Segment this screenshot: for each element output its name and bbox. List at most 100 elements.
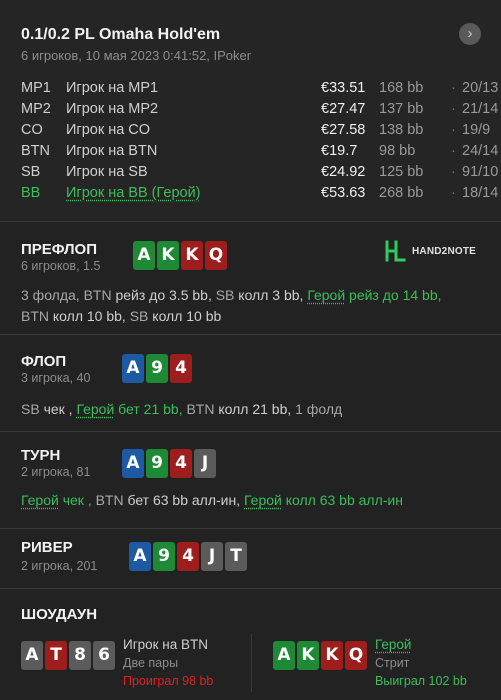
playing-card: 8 — [69, 641, 91, 670]
chevron-right-icon[interactable]: › — [459, 23, 481, 45]
playing-card: A — [122, 354, 144, 383]
playing-card: T — [45, 641, 67, 670]
street-title: ТУРН — [21, 447, 61, 464]
player-row: SB Игрок на SB €24.92 125 bb · 91/10 — [21, 162, 498, 183]
action-text: бет 63 bb алл-ин, — [127, 492, 245, 508]
street-river: РИВЕР 2 игрока, 201 A94JT — [0, 529, 501, 589]
player-stack-bb: 138 bb — [379, 122, 424, 138]
separator-dot: · — [451, 164, 456, 180]
playing-card: J — [194, 449, 216, 478]
playing-card: 9 — [153, 542, 175, 571]
player-name[interactable]: Игрок на CO — [66, 120, 150, 141]
hero-link[interactable]: Герой — [244, 492, 282, 508]
showdown-title: ШОУДАУН — [21, 606, 98, 623]
action-text: рейз до 3.5 bb, — [115, 287, 216, 303]
street-flop: ФЛОП 3 игрока, 40 A94 SB чек , Герой бет… — [0, 335, 501, 432]
player-stack: €19.7 — [321, 143, 358, 159]
player-name[interactable]: Игрок на MP2 — [66, 99, 158, 120]
showdown-left-cards: AT86 — [21, 641, 115, 670]
hand2note-logo[interactable]: HAND2NOTE — [384, 240, 476, 262]
action-text: колл 21 bb, — [218, 401, 296, 417]
playing-card: K — [157, 241, 179, 270]
showdown-divider — [251, 634, 252, 692]
showdown-right-cards: AKKQ — [273, 641, 367, 670]
player-row: BTN Игрок на BTN €19.7 98 bb · 24/14 — [21, 141, 498, 162]
playing-card: 4 — [177, 542, 199, 571]
action-text: чек , — [58, 492, 96, 508]
player-name[interactable]: Игрок на MP1 — [66, 78, 158, 99]
action-text: SB — [215, 287, 239, 303]
turn-board-cards: A94J — [122, 449, 216, 478]
player-row: BB Игрок на BB (Герой) €53.63 268 bb · 18/14 — [21, 183, 498, 204]
game-subtitle: 6 игроков, 10 мая 2023 0:41:52, IPoker — [21, 48, 252, 63]
separator-dot: · — [451, 143, 456, 159]
player-stack-bb: 125 bb — [379, 164, 424, 180]
player-stats: 18/14 — [462, 185, 499, 201]
showdown-right-info: Герой Стрит Выиграл 102 bb — [375, 636, 467, 690]
action-text: колл 3 bb, — [238, 287, 308, 303]
showdown-right-result: Выиграл 102 bb — [375, 674, 467, 688]
flop-action-line: SB чек , Герой бет 21 bb, BTN колл 21 bb… — [21, 399, 342, 420]
player-row: CO Игрок на CO €27.58 138 bb · 19/9 — [21, 120, 491, 141]
separator-dot: · — [451, 80, 456, 96]
action-text: чек , — [43, 401, 77, 417]
player-name[interactable]: Игрок на BB (Герой) — [66, 183, 201, 204]
player-stack: €53.63 — [321, 185, 366, 201]
hand2note-brand-name: HAND2NOTE — [412, 245, 477, 257]
game-title: 0.1/0.2 PL Omaha Hold'em — [21, 26, 221, 43]
separator-dot: · — [451, 101, 456, 117]
showdown-left-info: Игрок на BTN Две пары Проиграл 98 bb — [123, 636, 213, 690]
player-row: MP2 Игрок на MP2 €27.47 137 bb · 21/14 — [21, 99, 498, 120]
player-position: SB — [21, 164, 41, 180]
playing-card: A — [129, 542, 151, 571]
player-stats: 19/9 — [462, 122, 491, 138]
action-text: BTN — [95, 492, 128, 508]
player-stack: €27.47 — [321, 101, 366, 117]
hand-history-panel: 0.1/0.2 PL Omaha Hold'em 6 игроков, 10 м… — [0, 0, 501, 700]
player-stack: €27.58 — [321, 122, 366, 138]
playing-card: J — [201, 542, 223, 571]
playing-card: 9 — [146, 354, 168, 383]
player-name[interactable]: Игрок на SB — [66, 162, 148, 183]
hero-link[interactable]: Герой — [76, 401, 114, 417]
action-text: BTN — [186, 401, 219, 417]
player-position: BB — [21, 185, 41, 201]
playing-card: K — [181, 241, 203, 270]
player-stats: 24/14 — [462, 143, 499, 159]
playing-card: Q — [205, 241, 227, 270]
street-title: РИВЕР — [21, 539, 73, 556]
player-position: MP2 — [21, 101, 51, 117]
playing-card: A — [21, 641, 43, 670]
player-stack-bb: 168 bb — [379, 80, 424, 96]
hero-link[interactable]: Герой — [307, 287, 345, 303]
action-text: SB — [129, 308, 153, 324]
playing-card: 4 — [170, 354, 192, 383]
playing-card: A — [273, 641, 295, 670]
street-title: ПРЕФЛОП — [21, 241, 97, 258]
showdown-left-result: Проиграл 98 bb — [123, 674, 214, 688]
player-name[interactable]: Игрок на BTN — [66, 141, 157, 162]
playing-card: K — [321, 641, 343, 670]
action-text: BTN — [83, 287, 116, 303]
hand-header: 0.1/0.2 PL Omaha Hold'em 6 игроков, 10 м… — [0, 0, 501, 222]
action-text: 3 фолда, — [21, 287, 84, 303]
showdown-left-player[interactable]: Игрок на BTN — [123, 636, 213, 654]
playing-card: A — [133, 241, 155, 270]
showdown-left-hand: Две пары — [123, 656, 179, 670]
street-preflop: ПРЕФЛОП 6 игроков, 1.5 AKKQ 3 фолда, BTN… — [0, 222, 501, 335]
player-stack: €33.51 — [321, 80, 366, 96]
player-stack-bb: 268 bb — [379, 185, 424, 201]
showdown-section: ШОУДАУН AT86 Игрок на BTN Две пары Проиг… — [0, 589, 501, 700]
street-turn: ТУРН 2 игрока, 81 A94J Герой чек , BTN б… — [0, 432, 501, 529]
hero-link[interactable]: Герой — [21, 492, 59, 508]
street-subtitle: 6 игроков, 1.5 — [21, 259, 101, 273]
playing-card: K — [297, 641, 319, 670]
player-position: MP1 — [21, 80, 51, 96]
player-stats: 20/13 — [462, 80, 499, 96]
showdown-right-player[interactable]: Герой — [375, 636, 467, 654]
separator-dot: · — [451, 122, 456, 138]
action-text: колл 10 bb — [152, 308, 222, 324]
river-board-cards: A94JT — [129, 542, 247, 571]
action-text: 1 фолд — [295, 401, 343, 417]
playing-card: T — [225, 542, 247, 571]
